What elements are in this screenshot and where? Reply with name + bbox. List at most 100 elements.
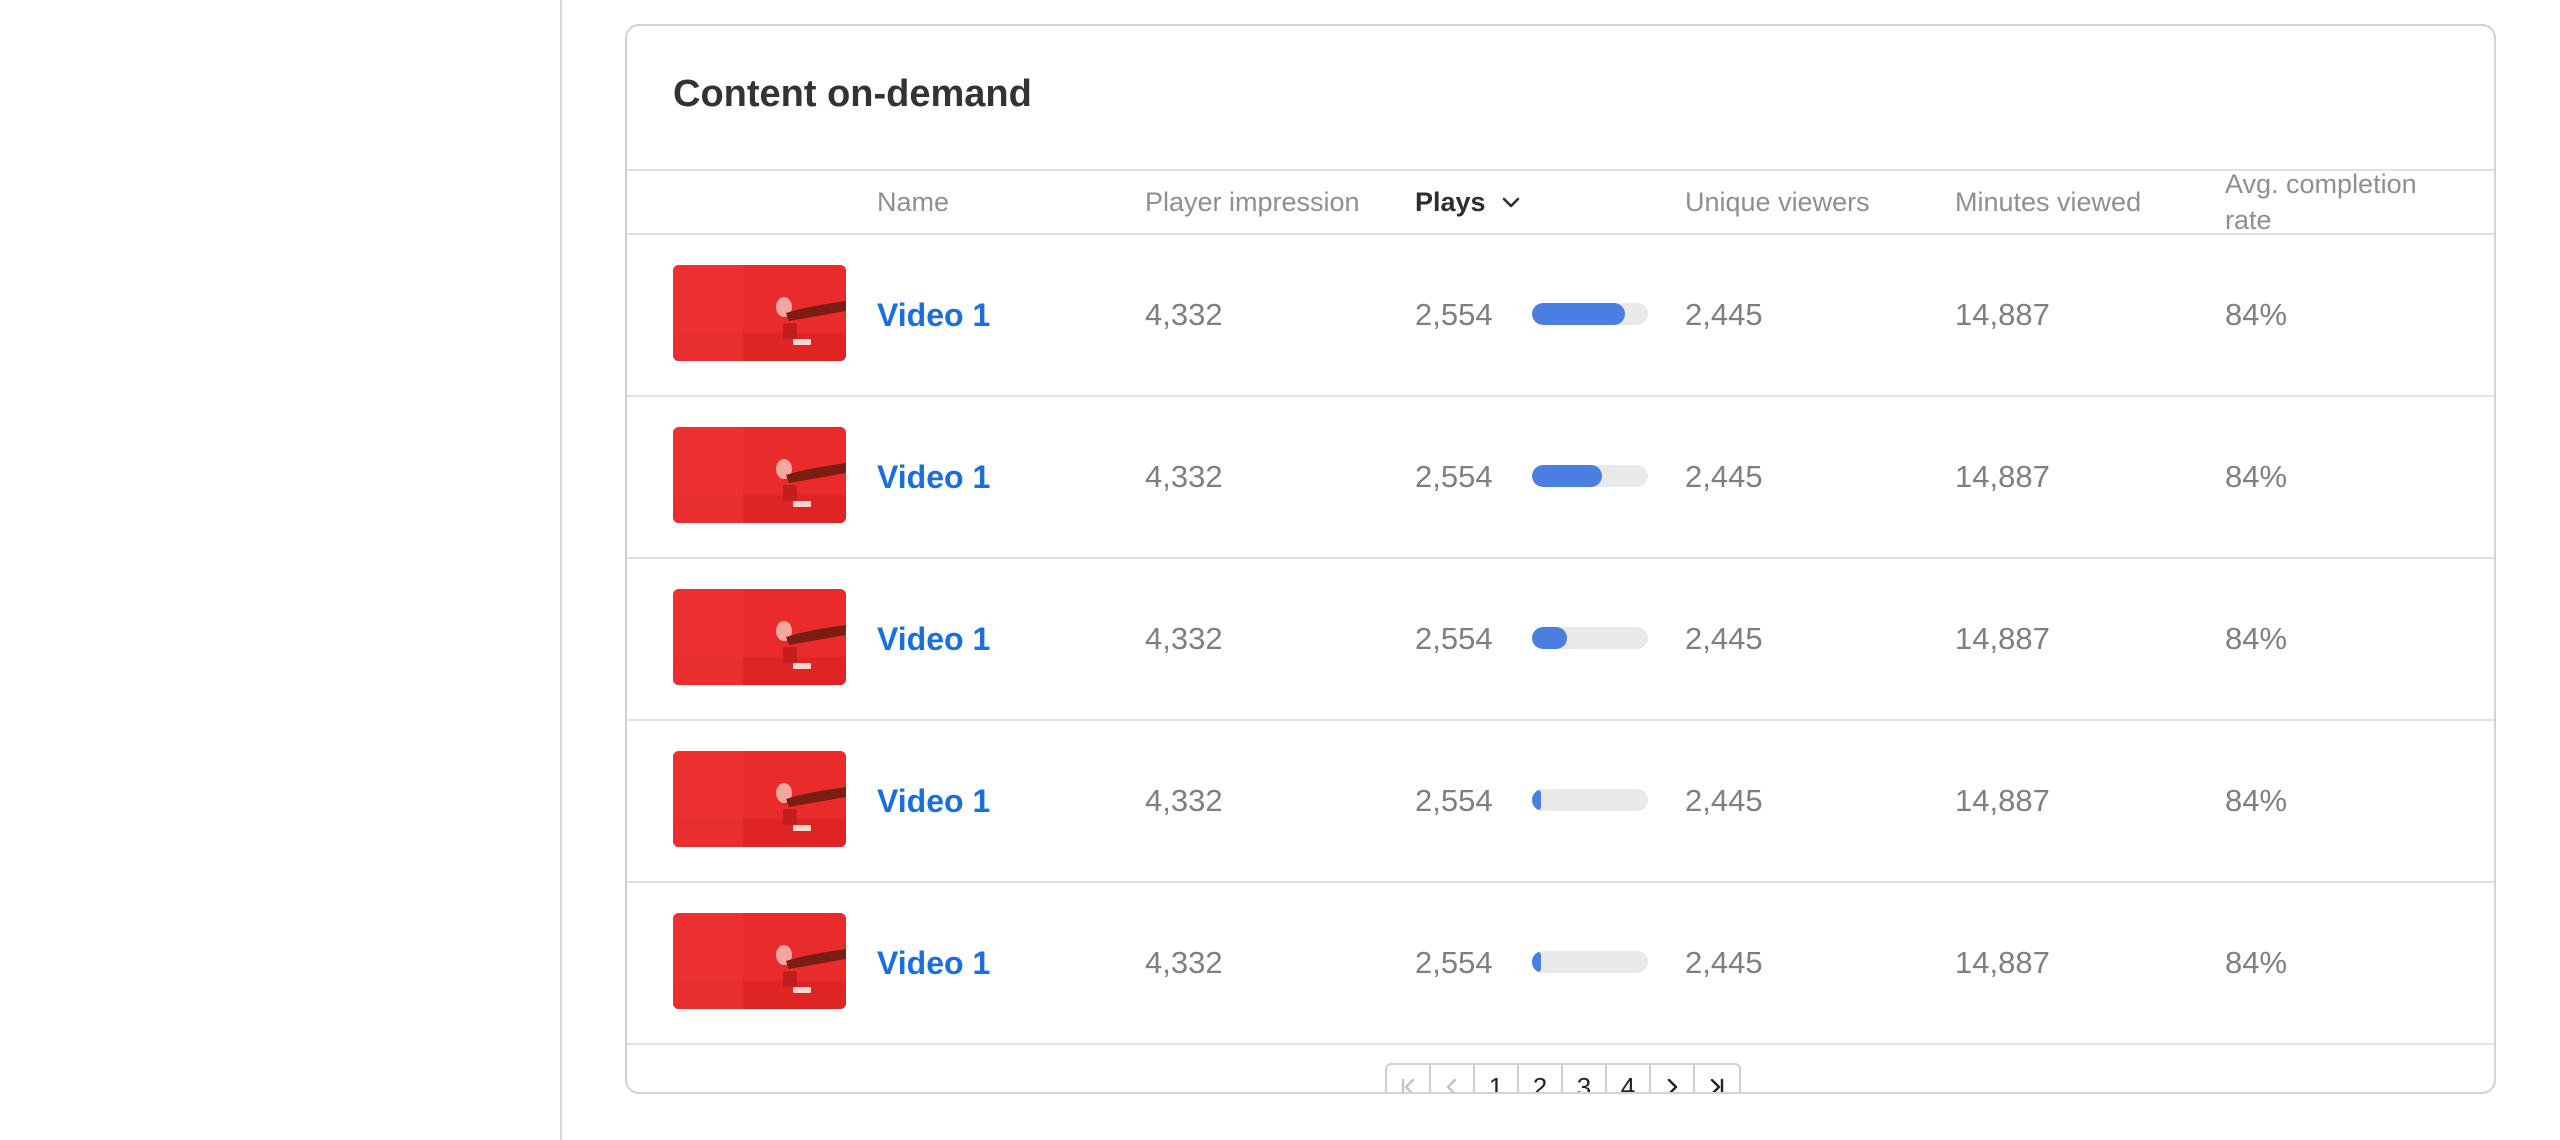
unique-viewers-cell: 2,445 [1685, 883, 1763, 1043]
minutes-viewed-value: 14,887 [1955, 783, 2050, 818]
avg-completion-rate-cell: 84% [2225, 883, 2287, 1043]
column-header-name[interactable]: Name [877, 171, 949, 233]
table-row[interactable]: Video 1 4,332 2,554 2,445 14,887 84% [627, 235, 2494, 397]
player-impression-cell: 4,332 [1145, 559, 1223, 719]
last-page-button[interactable] [1695, 1065, 1739, 1092]
minutes-viewed-value: 14,887 [1955, 459, 2050, 494]
video-thumbnail[interactable] [673, 589, 846, 685]
video-name-link[interactable]: Video 1 [877, 621, 990, 658]
unique-viewers-cell: 2,445 [1685, 397, 1763, 557]
player-impression-cell: 4,332 [1145, 883, 1223, 1043]
unique-viewers-value: 2,445 [1685, 945, 1763, 980]
player-impression-value: 4,332 [1145, 945, 1223, 980]
unique-viewers-cell: 2,445 [1685, 721, 1763, 881]
avg-completion-rate-value: 84% [2225, 621, 2288, 656]
plays-value: 2,554 [1415, 783, 1493, 818]
player-impression-cell: 4,332 [1145, 235, 1223, 395]
unique-viewers-cell: 2,445 [1685, 235, 1763, 395]
table-footer: 1 2 3 4 [627, 1045, 2494, 1092]
minutes-viewed-value: 14,887 [1955, 621, 2050, 656]
first-page-icon [1401, 1078, 1415, 1092]
plays-bar [1532, 789, 1648, 811]
video-thumbnail-image [673, 751, 846, 847]
avg-completion-rate-value: 84% [2225, 297, 2288, 332]
minutes-viewed-cell: 14,887 [1955, 721, 2050, 881]
avg-completion-rate-cell: 84% [2225, 235, 2287, 395]
minutes-viewed-cell: 14,887 [1955, 235, 2050, 395]
table-row[interactable]: Video 1 4,332 2,554 2,445 14,887 84% [627, 397, 2494, 559]
plays-cell: 2,554 [1415, 883, 1493, 1043]
column-header-avg-completion-rate[interactable]: Avg. completion rate [2225, 169, 2455, 235]
player-impression-value: 4,332 [1145, 459, 1223, 494]
player-impression-cell: 4,332 [1145, 397, 1223, 557]
video-thumbnail[interactable] [673, 913, 846, 1009]
column-header-label: Unique viewers [1685, 186, 1870, 217]
name-cell: Video 1 [877, 721, 990, 881]
name-cell: Video 1 [877, 559, 990, 719]
pagination: 1 2 3 4 [1385, 1063, 1741, 1092]
page-button-1[interactable]: 1 [1475, 1065, 1519, 1092]
name-cell: Video 1 [877, 883, 990, 1043]
video-thumbnail[interactable] [673, 427, 846, 523]
plays-bar-fill [1532, 627, 1567, 649]
unique-viewers-value: 2,445 [1685, 459, 1763, 494]
plays-cell: 2,554 [1415, 721, 1493, 881]
video-thumbnail[interactable] [673, 751, 846, 847]
column-header-label: Minutes viewed [1955, 186, 2142, 217]
table-header: Name Player impression Plays Unique view… [627, 169, 2494, 235]
plays-bar-fill [1532, 465, 1602, 487]
player-impression-value: 4,332 [1145, 297, 1223, 332]
avg-completion-rate-value: 84% [2225, 459, 2288, 494]
video-thumbnail[interactable] [673, 265, 846, 361]
table-row[interactable]: Video 1 4,332 2,554 2,445 14,887 84% [627, 883, 2494, 1045]
plays-cell: 2,554 [1415, 559, 1493, 719]
video-thumbnail-image [673, 589, 846, 685]
plays-value: 2,554 [1415, 621, 1493, 656]
table-row[interactable]: Video 1 4,332 2,554 2,445 14,887 84% [627, 721, 2494, 883]
minutes-viewed-cell: 14,887 [1955, 397, 2050, 557]
unique-viewers-value: 2,445 [1685, 297, 1763, 332]
previous-page-button[interactable] [1431, 1065, 1475, 1092]
plays-value: 2,554 [1415, 297, 1493, 332]
avg-completion-rate-cell: 84% [2225, 559, 2287, 719]
plays-bar-fill [1532, 303, 1625, 325]
video-name-link[interactable]: Video 1 [877, 297, 990, 334]
chevron-down-icon [1502, 197, 1519, 208]
video-name-link[interactable]: Video 1 [877, 783, 990, 820]
column-header-plays[interactable]: Plays [1415, 171, 1522, 233]
next-page-icon [1667, 1078, 1678, 1092]
column-header-unique-viewers[interactable]: Unique viewers [1685, 171, 1870, 233]
content-on-demand-card: Content on-demand Name Player impression… [625, 24, 2496, 1094]
avg-completion-rate-value: 84% [2225, 945, 2288, 980]
plays-bar [1532, 627, 1648, 649]
page-button-2[interactable]: 2 [1519, 1065, 1563, 1092]
column-header-label: Avg. completion rate [2225, 168, 2417, 235]
next-page-button[interactable] [1651, 1065, 1695, 1092]
sidebar-divider [560, 0, 562, 1140]
name-cell: Video 1 [877, 397, 990, 557]
name-cell: Video 1 [877, 235, 990, 395]
page-button-4[interactable]: 4 [1607, 1065, 1651, 1092]
video-name-link[interactable]: Video 1 [877, 945, 990, 982]
first-page-button[interactable] [1387, 1065, 1431, 1092]
table-row[interactable]: Video 1 4,332 2,554 2,445 14,887 84% [627, 559, 2494, 721]
column-header-player-impression[interactable]: Player impression [1145, 171, 1360, 233]
avg-completion-rate-value: 84% [2225, 783, 2288, 818]
video-name-link[interactable]: Video 1 [877, 459, 990, 496]
unique-viewers-cell: 2,445 [1685, 559, 1763, 719]
plays-bar-fill [1532, 789, 1542, 811]
plays-bar [1532, 951, 1648, 973]
column-header-minutes-viewed[interactable]: Minutes viewed [1955, 171, 2141, 233]
unique-viewers-value: 2,445 [1685, 621, 1763, 656]
player-impression-value: 4,332 [1145, 783, 1223, 818]
minutes-viewed-cell: 14,887 [1955, 883, 2050, 1043]
previous-page-icon [1446, 1078, 1457, 1092]
plays-bar [1532, 465, 1648, 487]
page-button-3[interactable]: 3 [1563, 1065, 1607, 1092]
column-header-label: Plays [1415, 186, 1486, 217]
minutes-viewed-value: 14,887 [1955, 945, 2050, 980]
plays-cell: 2,554 [1415, 235, 1493, 395]
plays-cell: 2,554 [1415, 397, 1493, 557]
minutes-viewed-value: 14,887 [1955, 297, 2050, 332]
video-thumbnail-image [673, 427, 846, 523]
